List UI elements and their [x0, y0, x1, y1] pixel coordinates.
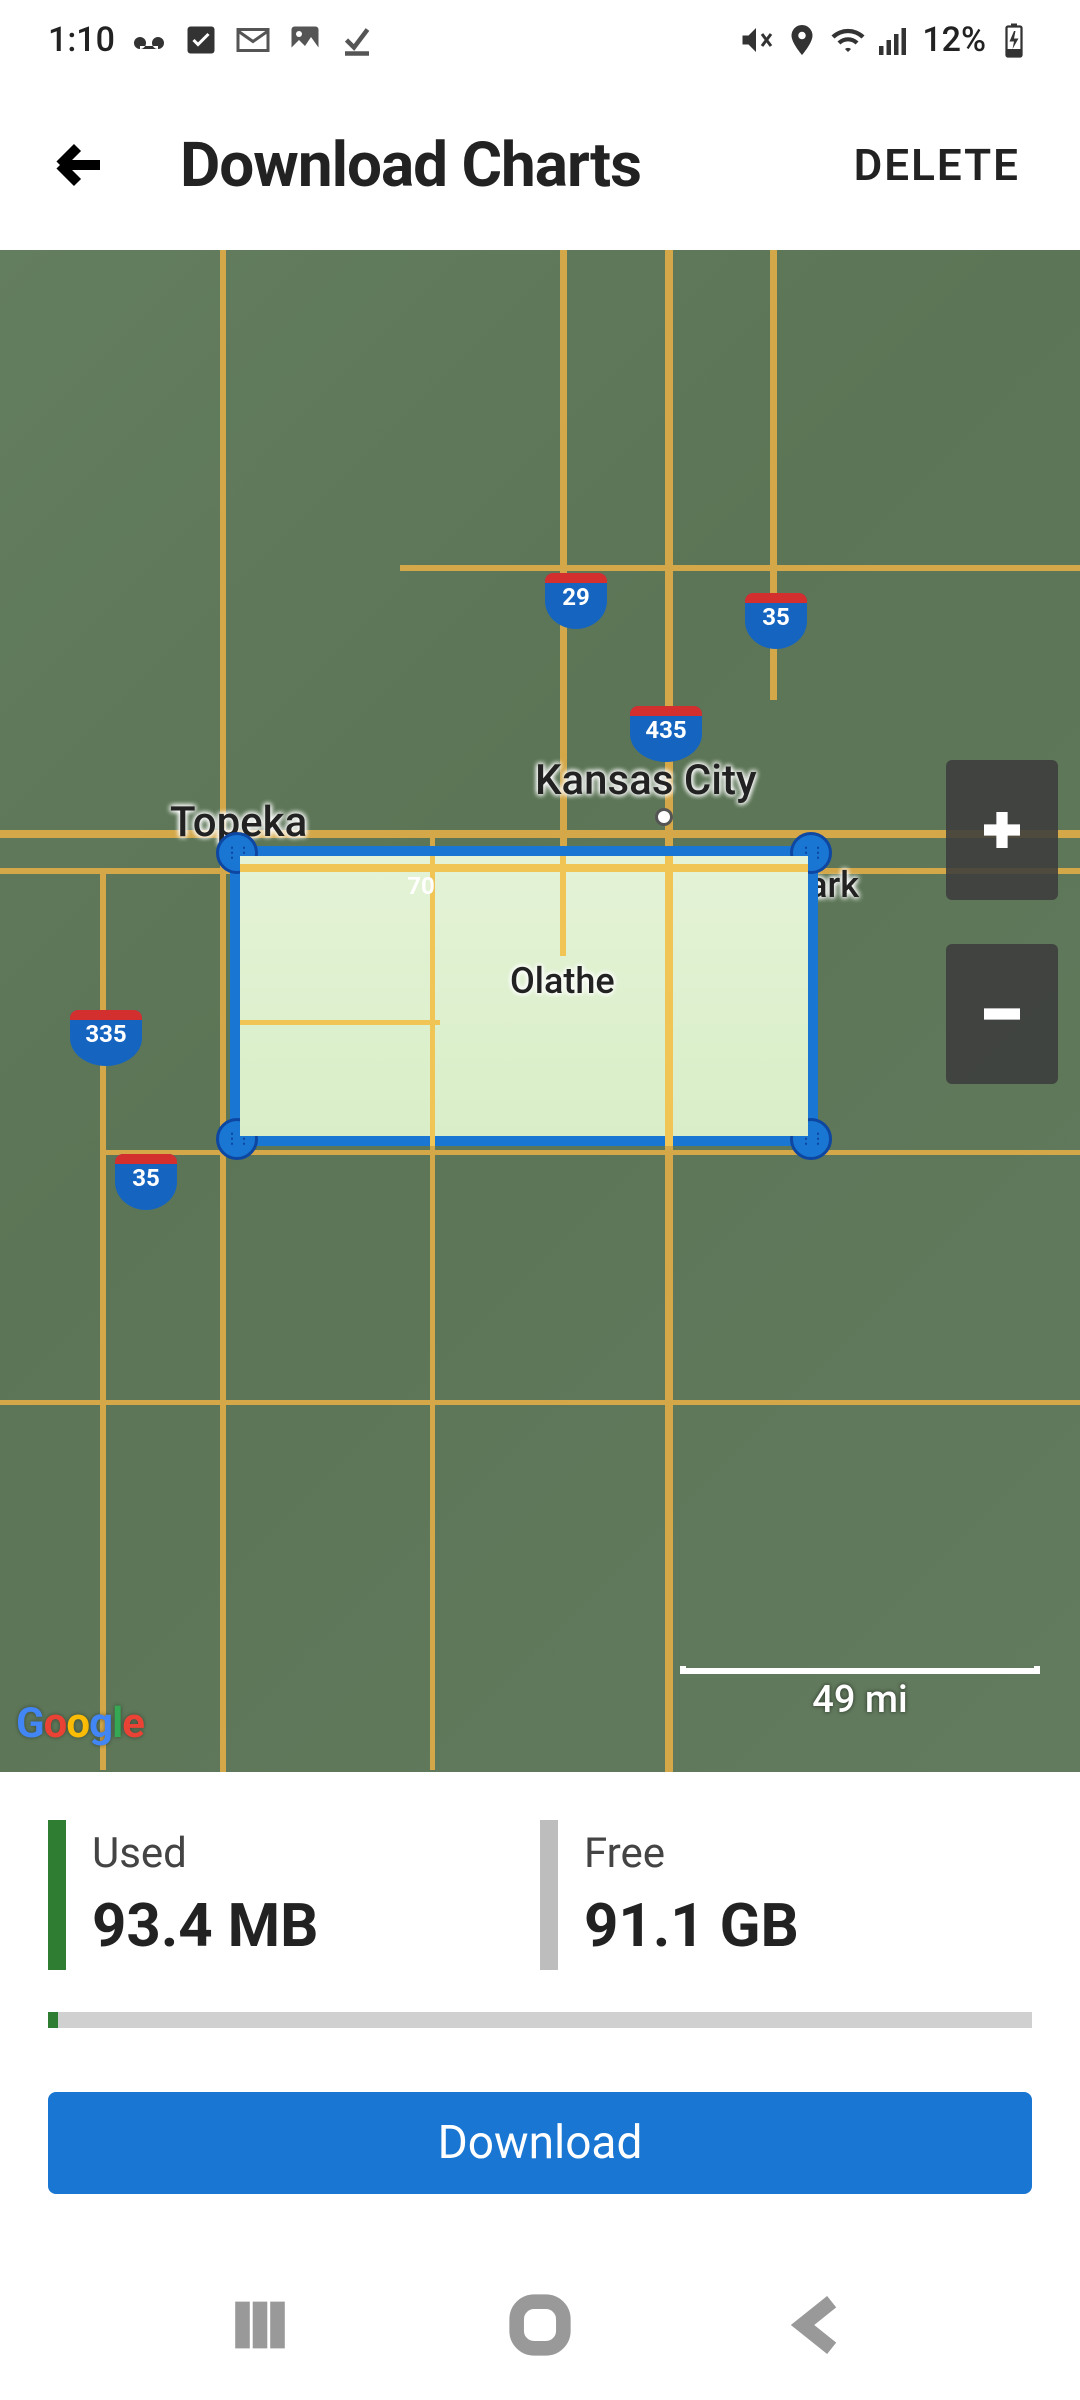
selection-handle-sw[interactable]: [216, 1118, 258, 1160]
selection-handle-se[interactable]: [790, 1118, 832, 1160]
storage-panel: Used 93.4 MB Free 91.1 GB: [0, 1772, 1080, 2048]
highway-shield-i35n: 35: [745, 593, 807, 649]
free-label: Free: [584, 1829, 799, 1878]
used-label: Used: [92, 1829, 318, 1878]
back-button[interactable]: [40, 125, 120, 205]
highway-shield-i335: 335: [70, 1010, 142, 1066]
plus-icon: [975, 803, 1029, 857]
highway-shield-i35s: 35: [115, 1154, 177, 1210]
back-arrow-icon: [50, 135, 110, 195]
storage-free: Free 91.1 GB: [540, 1820, 1032, 1970]
used-value: 93.4 MB: [92, 1890, 318, 1961]
download-button[interactable]: Download: [48, 2092, 1032, 2194]
recents-button[interactable]: [225, 2290, 295, 2360]
voicemail-icon: [131, 22, 167, 58]
signal-icon: [876, 22, 912, 58]
battery-pct: 12%: [922, 20, 986, 60]
recents-icon: [225, 2290, 295, 2360]
nav-back-button[interactable]: [785, 2290, 855, 2360]
home-icon: [505, 2290, 575, 2360]
chevron-left-icon: [785, 2290, 855, 2360]
wifi-icon: [830, 22, 866, 58]
mute-icon: [738, 22, 774, 58]
storage-progress: [48, 2012, 1032, 2028]
gmail-icon: [235, 22, 271, 58]
free-value: 91.1 GB: [584, 1890, 799, 1961]
city-label-kansas-city: Kansas City: [535, 756, 757, 805]
google-logo: Google: [16, 1699, 144, 1748]
minus-icon: [975, 987, 1029, 1041]
system-nav-bar: [0, 2250, 1080, 2400]
storage-progress-fill: [48, 2012, 58, 2028]
highway-shield-i435: 435: [630, 706, 702, 762]
used-indicator: [48, 1820, 66, 1970]
app-bar: Download Charts DELETE: [0, 80, 1080, 250]
highway-shield-i29: 29: [545, 573, 607, 629]
zoom-out-button[interactable]: [946, 944, 1058, 1084]
storage-used: Used 93.4 MB: [48, 1820, 540, 1970]
map-view[interactable]: 29 35 435 70 335 35 Topeka Kansas City O…: [0, 250, 1080, 1772]
free-indicator: [540, 1820, 558, 1970]
checkbox-icon: [183, 22, 219, 58]
image-icon: [287, 22, 323, 58]
home-button[interactable]: [505, 2290, 575, 2360]
status-bar: 1:10 12%: [0, 0, 1080, 80]
battery-charging-icon: [996, 22, 1032, 58]
download-done-icon: [339, 22, 375, 58]
scale-label: 49 mi: [812, 1678, 907, 1722]
delete-button[interactable]: DELETE: [834, 119, 1040, 211]
page-title: Download Charts: [180, 129, 834, 202]
map-overlay: 29 35 435 70 335 35 Topeka Kansas City O…: [0, 250, 1080, 1772]
zoom-in-button[interactable]: [946, 760, 1058, 900]
location-icon: [784, 22, 820, 58]
map-scale: 49 mi: [680, 1666, 1040, 1722]
status-time: 1:10: [48, 20, 115, 60]
